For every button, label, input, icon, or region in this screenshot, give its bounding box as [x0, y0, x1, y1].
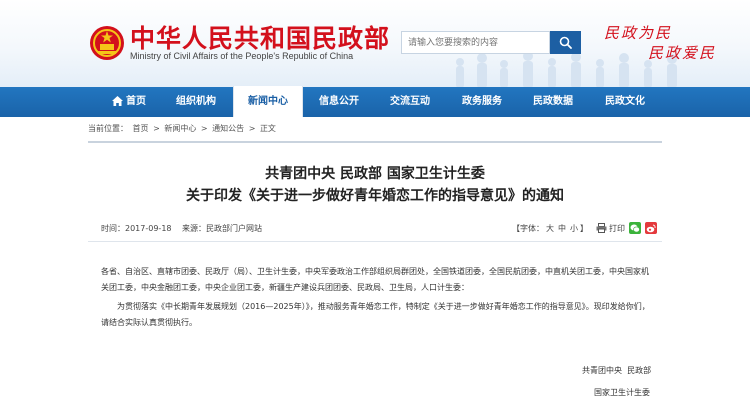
font-size-label: 【字体： [512, 223, 544, 233]
font-size-large-button[interactable]: 大 [546, 223, 554, 234]
article-source: 来源：民政部门户网站 [182, 224, 263, 233]
nav-item-civil-culture[interactable]: 民政文化 [593, 87, 657, 117]
breadcrumb-current: 正文 [259, 124, 276, 133]
wechat-icon [630, 224, 640, 232]
publish-time: 时间：2017-09-18 [101, 224, 172, 233]
font-size-close-bracket: 】 [580, 223, 588, 233]
font-size-small-button[interactable]: 小 [570, 223, 578, 234]
article-title-line-1: 共青团中央 民政部 国家卫生计生委 [265, 166, 485, 182]
article-tools: 【字体： 大 中 小 】 打印 [512, 220, 657, 236]
signatory-line-1: 共青团中央 民政部 [582, 366, 652, 375]
breadcrumb-separator: > [153, 124, 160, 133]
slogan-line-1: 民政为民 [604, 24, 673, 42]
printer-icon [596, 223, 607, 233]
nav-item-civil-data[interactable]: 民政数据 [521, 87, 585, 117]
home-icon [112, 96, 123, 106]
share-weibo-button[interactable] [645, 222, 657, 234]
site-title: 中华人民共和国民政部 [130, 24, 391, 53]
nav-item-news-center[interactable]: 新闻中心 [233, 86, 303, 117]
main-nav: 首页 组织机构 新闻中心 信息公开 交流互动 政务服务 民政数据 民政文化 [0, 86, 750, 117]
breadcrumb: 当前位置： 首页 > 新闻中心 > 通知公告 > 正文 [88, 123, 278, 134]
nav-item-home[interactable]: 首页 [104, 87, 154, 117]
print-button[interactable]: 打印 [596, 223, 625, 234]
article-paragraph-body: 为贯彻落实《中长期青年发展规划（2016—2025年）》，推动服务青年婚恋工作，… [101, 302, 650, 327]
site-header: 中华人民共和国民政部 Ministry of Civil Affairs of … [0, 0, 750, 87]
article-meta: 时间：2017-09-18 来源：民政部门户网站 [101, 223, 270, 234]
app-root: 中华人民共和国民政部 Ministry of Civil Affairs of … [0, 0, 750, 403]
article-paragraph-recipients: 各省、自治区、直辖市团委、民政厅（局）、卫生计生委，中央军委政治工作部组织局群团… [101, 267, 649, 292]
nav-item-info-disclosure[interactable]: 信息公开 [307, 87, 371, 117]
weibo-icon [646, 224, 656, 232]
breadcrumb-prefix: 当前位置： [88, 124, 128, 133]
signatory-line-2: 国家卫生计生委 [594, 388, 650, 397]
nav-item-government-services[interactable]: 政务服务 [450, 87, 514, 117]
search-icon [559, 36, 572, 49]
content-top-divider [88, 141, 662, 143]
slogan-line-2: 民政爱民 [648, 44, 717, 62]
search-button[interactable] [550, 31, 581, 54]
site-subtitle: Ministry of Civil Affairs of the People'… [130, 51, 354, 61]
nav-item-organization[interactable]: 组织机构 [164, 87, 228, 117]
nav-item-interaction[interactable]: 交流互动 [378, 87, 442, 117]
share-wechat-button[interactable] [629, 222, 641, 234]
breadcrumb-news-center[interactable]: 新闻中心 [164, 124, 196, 133]
meta-divider [88, 241, 662, 242]
national-emblem-icon [90, 26, 124, 60]
font-size-medium-button[interactable]: 中 [558, 223, 566, 234]
breadcrumb-notices[interactable]: 通知公告 [212, 124, 244, 133]
breadcrumb-home[interactable]: 首页 [133, 124, 149, 133]
breadcrumb-separator: > [200, 124, 208, 133]
search-input[interactable] [401, 31, 550, 54]
breadcrumb-separator: > [248, 124, 256, 133]
article-title-line-2: 关于印发《关于进一步做好青年婚恋工作的指导意见》的通知 [186, 188, 564, 204]
